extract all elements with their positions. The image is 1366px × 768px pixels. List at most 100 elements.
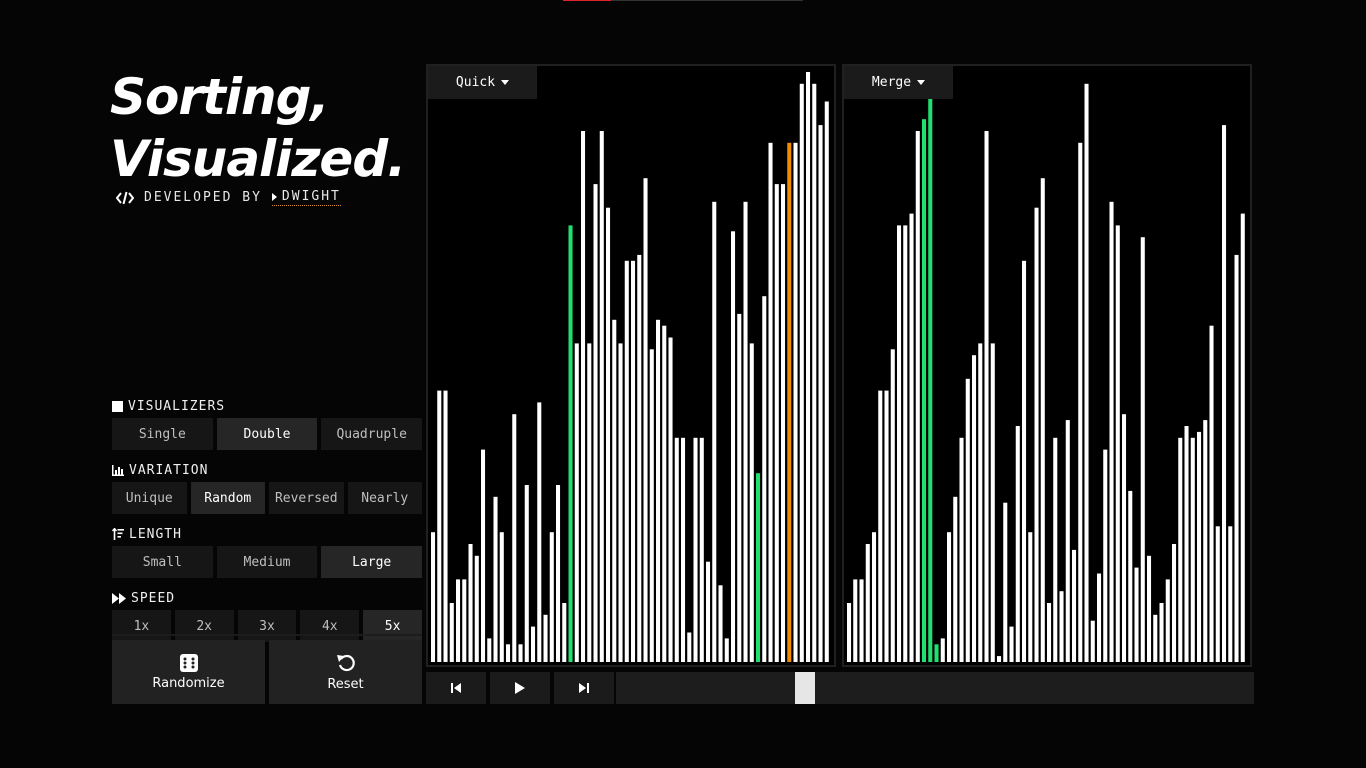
array-bar bbox=[1128, 490, 1133, 662]
array-bar bbox=[587, 343, 592, 662]
randomize-button[interactable]: Randomize bbox=[112, 640, 265, 704]
array-bar bbox=[872, 532, 877, 662]
variation-options: Unique Random Reversed Nearly bbox=[112, 482, 422, 514]
array-bar bbox=[581, 131, 586, 662]
array-bar bbox=[706, 561, 711, 662]
array-bar bbox=[1065, 420, 1070, 662]
array-bar bbox=[656, 319, 661, 662]
skip-forward-icon bbox=[579, 683, 589, 693]
controls-panel: VISUALIZERS Single Double Quadruple VARIAT… bbox=[112, 398, 423, 654]
array-bar bbox=[606, 207, 611, 662]
array-bar bbox=[474, 555, 479, 662]
array-bar bbox=[1078, 142, 1083, 663]
array-bar bbox=[468, 544, 473, 662]
array-bar bbox=[990, 343, 995, 662]
algorithm-name: Merge bbox=[871, 75, 912, 90]
array-bar bbox=[493, 496, 498, 662]
skip-back-icon bbox=[451, 683, 461, 693]
fast-forward-icon bbox=[112, 592, 126, 604]
speed-option-1x[interactable]: 1x bbox=[112, 610, 171, 642]
array-bar bbox=[693, 437, 698, 662]
variation-option-reversed[interactable]: Reversed bbox=[269, 482, 344, 514]
array-bar bbox=[1053, 437, 1058, 662]
author-name: DWIGHT bbox=[281, 189, 341, 204]
array-bar bbox=[1184, 426, 1189, 662]
array-bar bbox=[934, 644, 939, 662]
array-bar bbox=[1209, 325, 1214, 662]
speed-option-4x[interactable]: 4x bbox=[300, 610, 360, 642]
speed-option-3x[interactable]: 3x bbox=[237, 610, 297, 642]
array-bar bbox=[1228, 526, 1233, 662]
array-bar bbox=[1028, 532, 1033, 662]
array-bar bbox=[1072, 549, 1077, 662]
speed-option-2x[interactable]: 2x bbox=[174, 610, 234, 642]
array-bar bbox=[1084, 83, 1089, 663]
array-bar bbox=[574, 343, 579, 662]
array-bar bbox=[953, 496, 958, 662]
speed-heading: SPEED bbox=[112, 590, 422, 606]
array-bar bbox=[1190, 437, 1195, 662]
array-bar bbox=[890, 349, 895, 662]
visualizers-option-single[interactable]: Single bbox=[112, 418, 213, 450]
array-bar bbox=[947, 532, 952, 662]
app-title: Sorting, Visualized. bbox=[110, 66, 406, 190]
variation-option-nearly[interactable]: Nearly bbox=[347, 482, 422, 514]
array-bar bbox=[1003, 502, 1008, 662]
array-bar bbox=[643, 178, 648, 662]
algorithm-select-quick[interactable]: Quick bbox=[428, 66, 537, 99]
array-bar bbox=[978, 343, 983, 662]
reset-label: Reset bbox=[327, 676, 364, 692]
array-bar bbox=[512, 414, 517, 662]
array-bar bbox=[1134, 567, 1139, 662]
slider-thumb[interactable] bbox=[795, 672, 816, 704]
array-bar bbox=[1222, 125, 1227, 663]
app-title-line1: Sorting, bbox=[110, 68, 329, 126]
array-bar bbox=[1165, 579, 1170, 662]
visualizers-option-double[interactable]: Double bbox=[216, 418, 318, 450]
array-bar bbox=[1034, 207, 1039, 662]
array-bar bbox=[631, 260, 636, 662]
algorithm-name: Quick bbox=[455, 75, 496, 90]
step-forward-button[interactable] bbox=[554, 672, 614, 704]
speed-option-5x[interactable]: 5x bbox=[363, 610, 422, 642]
array-bar bbox=[1240, 213, 1245, 662]
play-button[interactable] bbox=[490, 672, 550, 704]
array-bar bbox=[768, 142, 773, 663]
array-bar bbox=[462, 579, 467, 662]
array-bar bbox=[1140, 237, 1145, 662]
array-bar bbox=[781, 184, 786, 662]
progress-slider[interactable] bbox=[616, 672, 1254, 704]
array-bar bbox=[531, 626, 536, 662]
length-option-medium[interactable]: Medium bbox=[216, 546, 318, 578]
array-bar bbox=[618, 343, 623, 662]
speed-options: 1x 2x 3x 4x 5x bbox=[112, 610, 422, 642]
page-progress-accent bbox=[563, 0, 611, 1]
array-bar bbox=[712, 201, 717, 663]
array-bar bbox=[959, 437, 964, 662]
array-bar bbox=[915, 131, 920, 662]
array-bar bbox=[431, 532, 436, 662]
array-bar bbox=[812, 83, 817, 663]
variation-option-unique[interactable]: Unique bbox=[112, 482, 187, 514]
algorithm-select-merge[interactable]: Merge bbox=[844, 66, 953, 99]
array-bar bbox=[1147, 555, 1152, 662]
array-bar bbox=[1197, 431, 1202, 662]
randomize-label: Randomize bbox=[152, 675, 225, 691]
array-bar bbox=[518, 644, 523, 662]
length-option-small[interactable]: Small bbox=[112, 546, 213, 578]
step-back-button[interactable] bbox=[426, 672, 486, 704]
author-link[interactable]: DWIGHT bbox=[271, 189, 341, 206]
array-bar bbox=[449, 603, 454, 662]
visualizer-panel-quick: Quick bbox=[426, 64, 836, 667]
variation-option-random[interactable]: Random bbox=[190, 482, 265, 514]
length-option-large[interactable]: Large bbox=[321, 546, 423, 578]
array-bar bbox=[940, 638, 945, 662]
array-bar bbox=[749, 343, 754, 662]
array-bar bbox=[922, 119, 927, 662]
reset-button[interactable]: Reset bbox=[269, 640, 422, 704]
array-bar bbox=[599, 131, 604, 662]
visualizers-label: VISUALIZERS bbox=[128, 398, 226, 414]
array-bar bbox=[787, 142, 792, 663]
array-bar bbox=[481, 449, 486, 662]
visualizers-option-quadruple[interactable]: Quadruple bbox=[321, 418, 423, 450]
